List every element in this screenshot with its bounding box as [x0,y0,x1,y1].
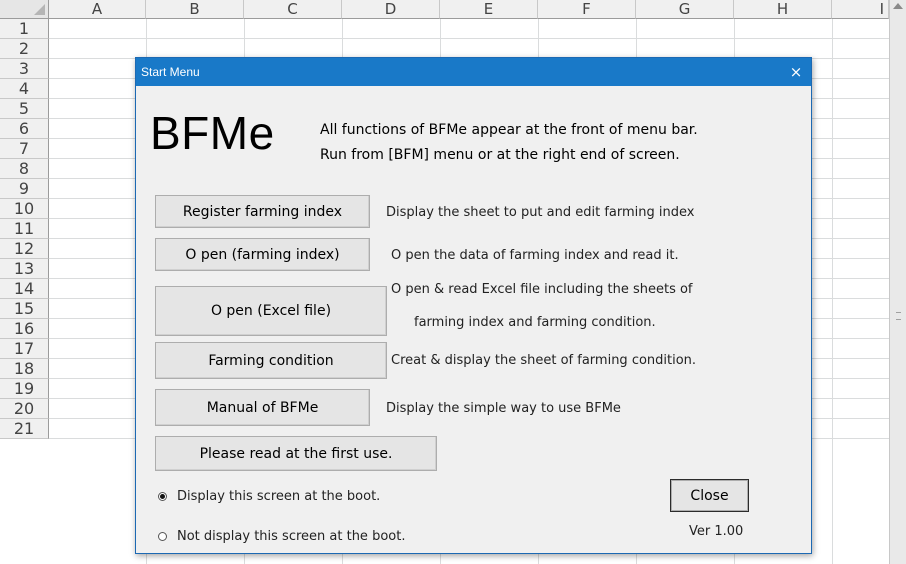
header-line-2: Run from [BFM] menu or at the right end … [320,147,680,163]
row-header-16[interactable]: 16 [0,319,49,339]
row-header-3[interactable]: 3 [0,59,49,79]
gridline [832,19,833,564]
dialog-title: Start Menu [141,65,200,79]
row-header-17[interactable]: 17 [0,339,49,359]
row-header-15[interactable]: 15 [0,299,49,319]
row-header-8[interactable]: 8 [0,159,49,179]
close-icon[interactable]: × [781,58,811,86]
scroll-grip-icon [896,312,901,320]
open-excel-file-desc-line-1: O pen & read Excel file including the sh… [391,282,693,297]
select-all-triangle-icon [34,4,45,15]
register-farming-index-button[interactable]: Register farming index [155,195,370,228]
row-header-1[interactable]: 1 [0,19,49,39]
row-header-7[interactable]: 7 [0,139,49,159]
column-header-d[interactable]: D [342,0,440,19]
row-header-18[interactable]: 18 [0,359,49,379]
column-header-b[interactable]: B [146,0,244,19]
open-excel-file-button[interactable]: O pen (Excel file) [155,286,387,336]
row-header-12[interactable]: 12 [0,239,49,259]
vertical-scrollbar[interactable] [889,0,906,564]
column-header-i[interactable]: I [832,0,889,19]
row-header-11[interactable]: 11 [0,219,49,239]
row-header-2[interactable]: 2 [0,39,49,59]
first-use-button[interactable]: Please read at the first use. [155,436,437,471]
column-header-h[interactable]: H [734,0,832,19]
radio-display-at-boot-label: Display this screen at the boot. [177,489,381,504]
close-button[interactable]: Close [670,479,749,512]
row-header-4[interactable]: 4 [0,79,49,99]
radio-not-display-at-boot-label: Not display this screen at the boot. [177,529,406,544]
farming-condition-desc: Creat & display the sheet of farming con… [391,353,697,368]
version-label: Ver 1.00 [689,524,744,539]
radio-selected-icon[interactable] [158,492,167,501]
farming-condition-button[interactable]: Farming condition [155,342,387,379]
row-header-21[interactable]: 21 [0,419,49,439]
row-header-14[interactable]: 14 [0,279,49,299]
radio-not-display-at-boot[interactable]: Not display this screen at the boot. [158,529,405,544]
open-excel-file-desc-line-2: farming index and farming condition. [414,315,656,330]
column-header-a[interactable]: A [49,0,146,19]
row-header-5[interactable]: 5 [0,99,49,119]
open-farming-index-desc: O pen the data of farming index and read… [391,248,679,263]
column-header-g[interactable]: G [636,0,734,19]
column-header-c[interactable]: C [244,0,342,19]
manual-desc: Display the simple way to use BFMe [386,401,621,416]
row-header-19[interactable]: 19 [0,379,49,399]
column-header-e[interactable]: E [440,0,538,19]
column-header-f[interactable]: F [538,0,636,19]
bfme-logo: BFMe [150,107,275,159]
header-line-1: All functions of BFMe appear at the fron… [320,122,698,138]
gridline [49,38,889,39]
register-farming-index-desc: Display the sheet to put and edit farmin… [386,205,695,220]
row-header-9[interactable]: 9 [0,179,49,199]
radio-unselected-icon[interactable] [158,532,167,541]
row-header-6[interactable]: 6 [0,119,49,139]
manual-button[interactable]: Manual of BFMe [155,389,370,426]
select-all-corner[interactable] [0,0,49,19]
radio-display-at-boot[interactable]: Display this screen at the boot. [158,489,380,504]
open-farming-index-button[interactable]: O pen (farming index) [155,238,370,271]
dialog-titlebar[interactable]: Start Menu × [136,58,811,86]
start-menu-dialog: Start Menu × BFMe All functions of BFMe … [135,57,812,554]
scroll-up-arrow-icon[interactable] [893,3,903,9]
row-header-20[interactable]: 20 [0,399,49,419]
row-header-10[interactable]: 10 [0,199,49,219]
row-header-13[interactable]: 13 [0,259,49,279]
